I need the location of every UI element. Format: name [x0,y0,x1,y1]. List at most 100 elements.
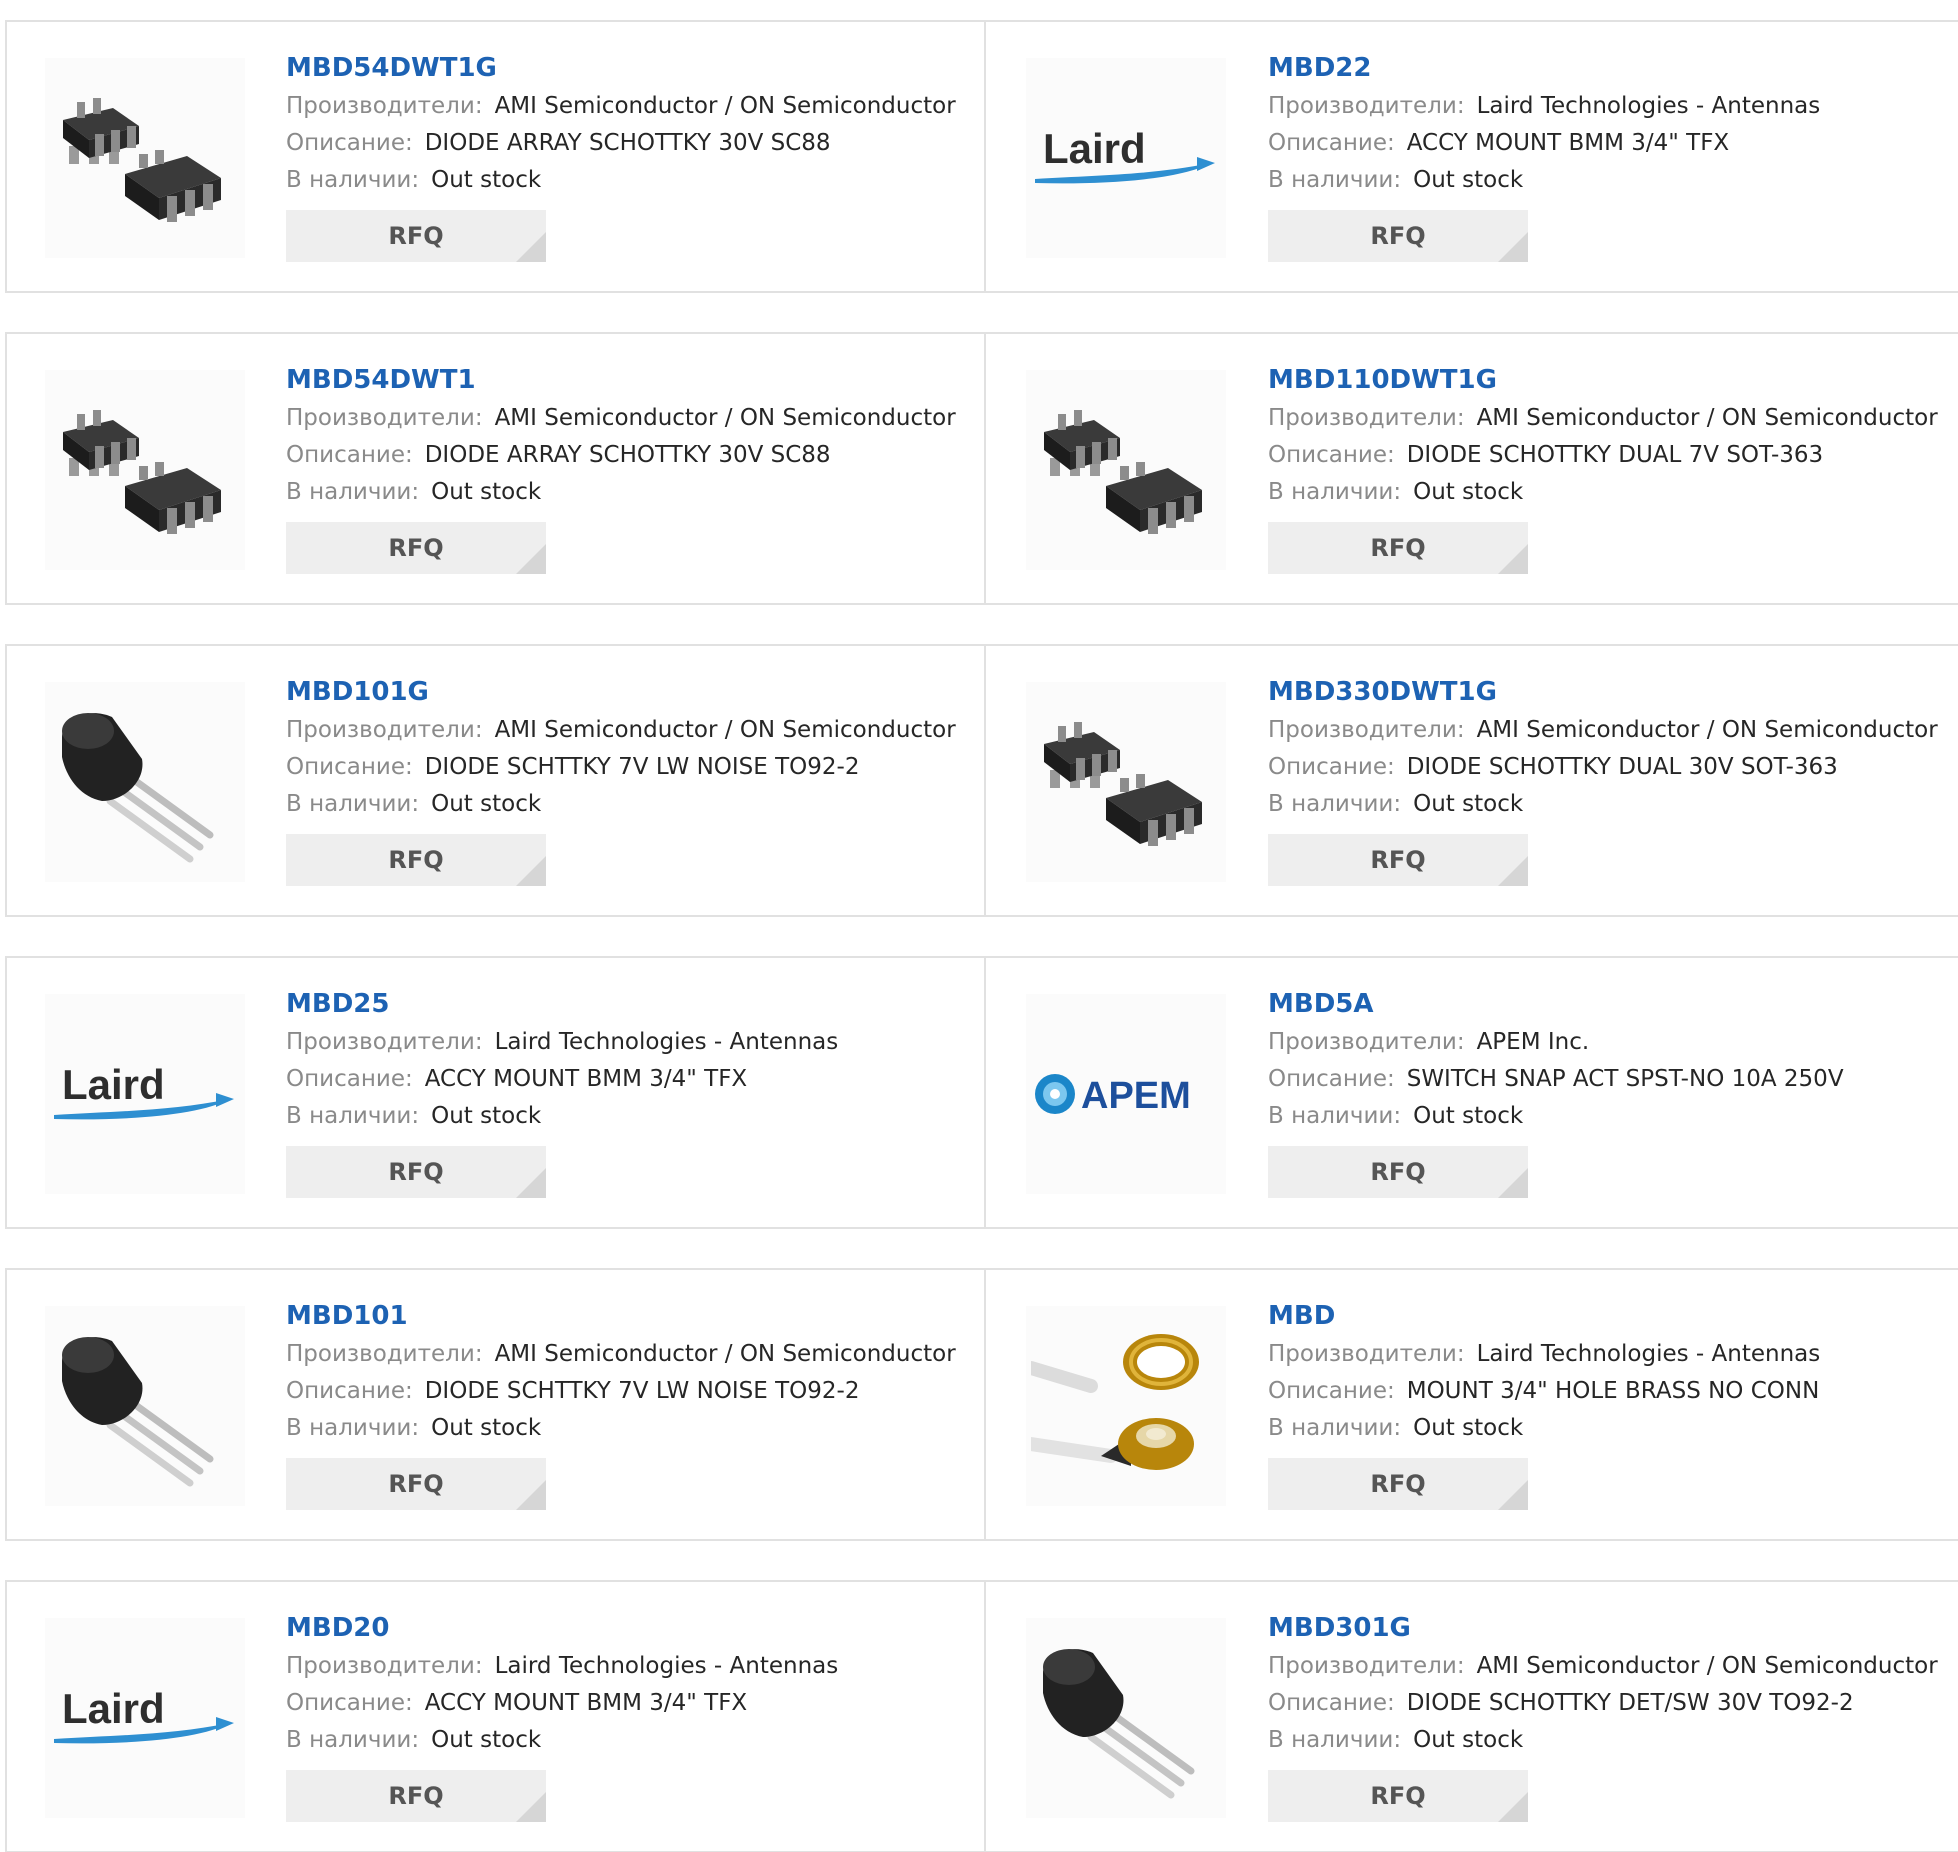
product-info: MBD20 Производители: Laird Technologies -… [286,1612,974,1822]
manufacturer-value: AMI Semiconductor / ON Semiconductor [494,1341,956,1367]
laird-logo: Laird [1031,123,1221,193]
description-label: Описание: [286,442,413,468]
description-label: Описание: [1268,442,1395,468]
product-image[interactable] [45,682,245,882]
part-number-link[interactable]: MBD22 [1268,52,1950,88]
rfq-button[interactable]: RFQ [286,1146,546,1198]
part-number-link[interactable]: MBD [1268,1300,1950,1336]
stock-value: Out stock [1413,167,1524,193]
manufacturer-value: Laird Technologies - Antennas [494,1653,839,1679]
part-number-link[interactable]: MBD54DWT1G [286,52,974,88]
part-number-link[interactable]: MBD25 [286,988,974,1024]
manufacturer-line: Производители: AMI Semiconductor / ON Sem… [286,88,974,125]
manufacturer-line: Производители: AMI Semiconductor / ON Sem… [1268,712,1950,749]
product-row: Laird MBD20 Производители: Laird Technolo… [5,1580,1958,1852]
stock-label: В наличии: [286,1415,420,1441]
description-label: Описание: [286,130,413,156]
stock-line: В наличии: Out stock [1268,474,1950,511]
stock-label: В наличии: [286,1103,420,1129]
stock-value: Out stock [1413,791,1524,817]
rfq-button-label: RFQ [388,1470,444,1498]
rfq-button[interactable]: RFQ [1268,522,1528,574]
logo-text: Laird [62,1061,165,1108]
product-image[interactable] [45,370,245,570]
product-image[interactable] [45,58,245,258]
rfq-button[interactable]: RFQ [1268,1458,1528,1510]
rfq-button-label: RFQ [388,534,444,562]
manufacturer-label: Производители: [286,1341,483,1367]
product-card: MBD330DWT1G Производители: AMI Semiconduc… [986,646,1958,915]
rfq-button[interactable]: RFQ [1268,1146,1528,1198]
part-number-link[interactable]: MBD101 [286,1300,974,1336]
product-row: Laird MBD25 Производители: Laird Technolo… [5,956,1958,1229]
sot363-icon [1036,390,1216,550]
product-image[interactable] [1026,1306,1226,1506]
stock-label: В наличии: [286,1727,420,1753]
stock-line: В наличии: Out stock [1268,1410,1950,1447]
button-corner-decoration [1498,232,1528,262]
product-info: MBD301G Производители: AMI Semiconductor … [1268,1612,1950,1822]
part-number-link[interactable]: MBD5A [1268,988,1950,1024]
laird-logo: Laird [50,1683,240,1753]
sot363-icon [55,390,235,550]
description-line: Описание: DIODE ARRAY SCHOTTKY 30V SC88 [286,125,974,162]
rfq-button[interactable]: RFQ [1268,1770,1528,1822]
product-image[interactable] [1026,682,1226,882]
description-line: Описание: ACCY MOUNT BMM 3/4" TFX [286,1061,974,1098]
stock-label: В наличии: [1268,791,1402,817]
rfq-button-label: RFQ [1370,846,1426,874]
rfq-button-label: RFQ [1370,1470,1426,1498]
part-number-link[interactable]: MBD54DWT1 [286,364,974,400]
description-label: Описание: [1268,130,1395,156]
stock-value: Out stock [431,167,542,193]
product-card: Laird MBD20 Производители: Laird Technolo… [7,1582,986,1851]
rfq-button[interactable]: RFQ [286,1770,546,1822]
laird-logo: Laird [50,1059,240,1129]
product-image[interactable]: Laird [1026,58,1226,258]
product-info: MBD5A Производители: APEM Inc. Описание: S… [1268,988,1950,1198]
manufacturer-value: AMI Semiconductor / ON Semiconductor [494,405,956,431]
manufacturer-value: Laird Technologies - Antennas [494,1029,839,1055]
part-number-link[interactable]: MBD301G [1268,1612,1950,1648]
product-image[interactable] [1026,1618,1226,1818]
button-corner-decoration [516,1168,546,1198]
rfq-button-label: RFQ [388,222,444,250]
rfq-button[interactable]: RFQ [286,1458,546,1510]
description-label: Описание: [1268,754,1395,780]
product-image[interactable]: Laird [45,1618,245,1818]
part-number-link[interactable]: MBD20 [286,1612,974,1648]
brass-mount-icon [1031,1316,1221,1496]
description-value: MOUNT 3/4" HOLE BRASS NO CONN [1406,1378,1820,1404]
manufacturer-label: Производители: [1268,1653,1465,1679]
product-info: MBD330DWT1G Производители: AMI Semiconduc… [1268,676,1950,886]
product-image[interactable]: Laird [45,994,245,1194]
manufacturer-line: Производители: AMI Semiconductor / ON Sem… [286,712,974,749]
part-number-link[interactable]: MBD101G [286,676,974,712]
apem-logo: APEM [1031,1064,1221,1124]
product-grid: MBD54DWT1G Производители: AMI Semiconduct… [5,20,1958,1852]
product-row: MBD54DWT1 Производители: AMI Semiconducto… [5,332,1958,605]
stock-label: В наличии: [1268,1727,1402,1753]
description-line: Описание: SWITCH SNAP ACT SPST-NO 10A 250… [1268,1061,1950,1098]
manufacturer-value: APEM Inc. [1476,1029,1590,1055]
part-number-link[interactable]: MBD110DWT1G [1268,364,1950,400]
product-image[interactable]: APEM [1026,994,1226,1194]
product-image[interactable] [45,1306,245,1506]
manufacturer-line: Производители: Laird Technologies - Anten… [286,1648,974,1685]
rfq-button[interactable]: RFQ [1268,210,1528,262]
stock-label: В наличии: [1268,167,1402,193]
part-number-link[interactable]: MBD330DWT1G [1268,676,1950,712]
stock-value: Out stock [1413,1103,1524,1129]
product-info: MBD54DWT1 Производители: AMI Semiconducto… [286,364,974,574]
button-corner-decoration [516,1792,546,1822]
stock-label: В наличии: [286,479,420,505]
description-line: Описание: DIODE SCHTTKY 7V LW NOISE TO92-… [286,1373,974,1410]
rfq-button[interactable]: RFQ [286,834,546,886]
stock-line: В наличии: Out stock [1268,1098,1950,1135]
button-corner-decoration [1498,1792,1528,1822]
product-image[interactable] [1026,370,1226,570]
rfq-button[interactable]: RFQ [286,210,546,262]
rfq-button[interactable]: RFQ [286,522,546,574]
manufacturer-value: Laird Technologies - Antennas [1476,1341,1821,1367]
rfq-button[interactable]: RFQ [1268,834,1528,886]
